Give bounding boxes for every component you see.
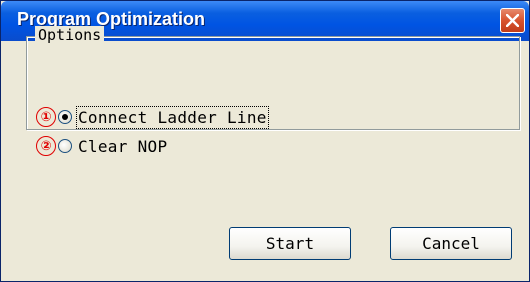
radio-connect-ladder-line[interactable] xyxy=(58,110,72,124)
start-button[interactable]: Start xyxy=(229,227,351,260)
callout-marker-1: ① xyxy=(36,107,56,127)
option-clear-nop[interactable]: ② Clear NOP xyxy=(36,135,167,157)
close-icon xyxy=(506,14,519,27)
radio-clear-nop[interactable] xyxy=(58,139,72,153)
callout-marker-2: ② xyxy=(36,136,56,156)
options-group-legend: Options xyxy=(35,26,105,44)
program-optimization-dialog: Program Optimization Options ① Connect L… xyxy=(0,0,530,282)
option-label-connect-ladder-line: Connect Ladder Line xyxy=(76,105,269,129)
option-label-clear-nop: Clear NOP xyxy=(78,136,168,156)
close-button[interactable] xyxy=(500,8,525,33)
option-connect-ladder-line[interactable]: ① Connect Ladder Line xyxy=(36,105,269,129)
cancel-button[interactable]: Cancel xyxy=(390,227,512,260)
